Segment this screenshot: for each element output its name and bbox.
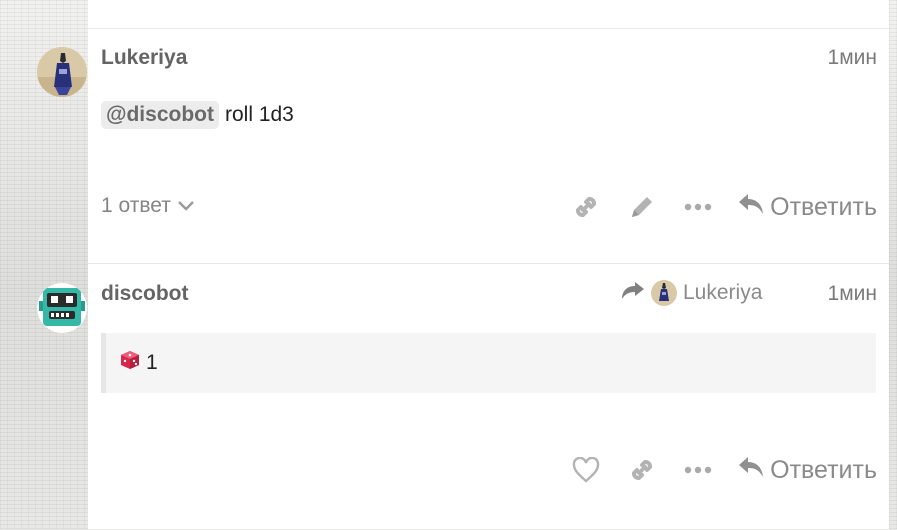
reply-button[interactable]: Ответить — [738, 192, 877, 223]
link-icon[interactable] — [622, 452, 662, 488]
post-body: @discobot roll 1d3 — [101, 101, 294, 129]
more-icon[interactable] — [678, 452, 718, 488]
reply-icon — [738, 455, 764, 486]
dice-icon — [120, 350, 140, 376]
reply-label: Ответить — [770, 192, 877, 221]
post-lukeriya: Lukeriya 1мин @discobot roll 1d3 1 ответ — [37, 28, 889, 264]
dice-result: 1 — [146, 351, 158, 374]
share-arrow-icon — [621, 280, 645, 306]
reply-icon — [738, 192, 764, 223]
more-icon[interactable] — [678, 189, 718, 225]
reply-label: Ответить — [770, 455, 877, 484]
post-actions: Ответить — [550, 189, 877, 225]
username[interactable]: discobot — [101, 282, 189, 306]
post-actions: Ответить — [550, 452, 877, 488]
pencil-icon[interactable] — [622, 189, 662, 225]
dice-result-block: 1 — [101, 333, 876, 393]
topic-stream: Lukeriya 1мин @discobot roll 1d3 1 ответ — [37, 0, 889, 530]
replies-toggle[interactable]: 1 ответ — [101, 194, 195, 218]
post-time[interactable]: 1мин — [828, 46, 877, 70]
post-time[interactable]: 1мин — [828, 282, 877, 306]
reply-to-username: Lukeriya — [683, 281, 763, 304]
replies-label: 1 ответ — [101, 194, 171, 217]
reply-button[interactable]: Ответить — [738, 455, 877, 486]
reply-to-link[interactable]: Lukeriya — [621, 280, 762, 306]
username[interactable]: Lukeriya — [101, 46, 187, 70]
avatar[interactable] — [37, 47, 87, 97]
post-text: roll 1d3 — [224, 103, 294, 126]
link-icon[interactable] — [566, 189, 606, 225]
avatar — [651, 280, 677, 306]
chevron-down-icon — [177, 194, 195, 218]
post-discobot: discobot Lukeriya 1мин 1 Ответить — [37, 263, 889, 530]
avatar[interactable] — [37, 283, 87, 333]
mention-link[interactable]: @discobot — [101, 101, 219, 129]
heart-icon[interactable] — [566, 452, 606, 488]
